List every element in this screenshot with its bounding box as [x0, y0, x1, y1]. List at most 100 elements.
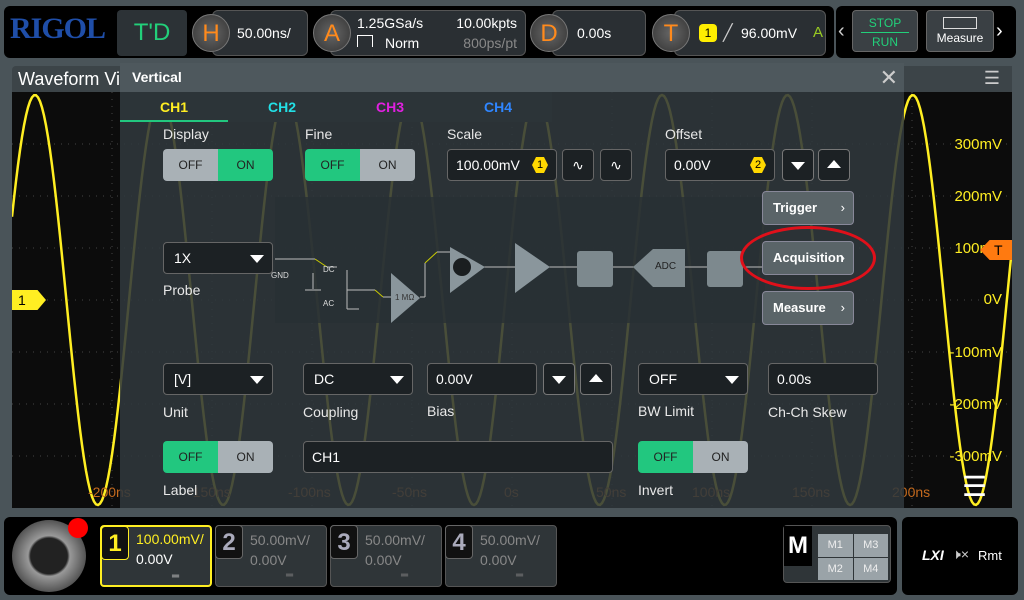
invert-toggle[interactable]: OFF ON [638, 441, 748, 473]
invert-label: Invert [638, 482, 674, 498]
measure-button[interactable]: Measure [926, 10, 994, 52]
offset-down-button[interactable] [782, 149, 814, 181]
display-toggle[interactable]: OFF ON [163, 149, 273, 181]
dropdown-arrow-icon [725, 376, 739, 384]
dropdown-arrow-icon [390, 376, 404, 384]
ac-label: AC [323, 299, 335, 308]
bw-limit-value: OFF [649, 371, 677, 387]
y-tick-label: 200mV [954, 188, 1002, 205]
fine-off[interactable]: OFF [305, 149, 360, 181]
dc-coupling-icon: ═ [172, 571, 180, 582]
delay-value: 0.00s [577, 25, 612, 41]
acquire-icon[interactable]: A [313, 14, 351, 52]
bw-limit-select[interactable]: OFF [638, 363, 748, 395]
display-on[interactable]: ON [218, 149, 273, 181]
label-on[interactable]: ON [218, 441, 273, 473]
unit-select[interactable]: [V] [163, 363, 273, 395]
bias-down-button[interactable] [543, 363, 575, 395]
scale-input[interactable]: 100.00mV 1 [447, 149, 557, 181]
highlight-circle [740, 226, 876, 290]
scale-value: 100.00mV [456, 157, 520, 173]
trigger-level: 96.00mV [741, 25, 798, 41]
scale-label: Scale [447, 126, 483, 142]
tab-ch4[interactable]: CH4 [444, 92, 552, 122]
y-tick-label: -200mV [949, 396, 1002, 413]
tab-ch2[interactable]: CH2 [228, 92, 336, 122]
chevron-right-icon[interactable]: › [996, 20, 1003, 43]
coarse-wave-button[interactable]: ∿ [562, 149, 594, 181]
resolution: 800ps/pt [463, 35, 517, 51]
probe-value: 1X [174, 250, 192, 266]
channel-3-box[interactable]: 3 50.00mV/0.00V ═ [330, 525, 442, 587]
bias-label: Bias [427, 403, 455, 419]
probe-select[interactable]: 1X [163, 242, 273, 274]
math-m3[interactable]: M3 [853, 534, 888, 557]
channel-1-box[interactable]: 1 100.00mV/0.00V ═ [100, 525, 212, 587]
sine-icon: ∿ [572, 157, 584, 173]
rising-edge-icon: ╱ [723, 25, 733, 42]
invert-on[interactable]: ON [693, 441, 748, 473]
offset-up-button[interactable] [818, 149, 850, 181]
offset-value: 0.00V [674, 157, 711, 173]
y-tick-label: 0V [983, 291, 1002, 308]
label-toggle[interactable]: OFF ON [163, 441, 273, 473]
chevron-left-icon[interactable]: ‹ [838, 20, 845, 43]
dialog-title: Vertical [132, 69, 182, 85]
fine-toggle[interactable]: OFF ON [305, 149, 415, 181]
channel-2-box[interactable]: 2 50.00mV/0.00V ═ [215, 525, 327, 587]
status-panel[interactable]: LXI 🕨× Rmt [902, 517, 1018, 595]
label-text-input[interactable]: CH1 [303, 441, 613, 473]
fine-wave-button[interactable]: ∿ [600, 149, 632, 181]
delay-icon[interactable]: D [530, 14, 568, 52]
acquire-panel[interactable]: 1.25GSa/s Norm 10.00kpts 800ps/pt [330, 10, 526, 56]
bias-up-button[interactable] [580, 363, 612, 395]
knob-2-badge: 2 [750, 157, 766, 173]
channel-4-box[interactable]: 4 50.00mV/0.00V ═ [445, 525, 557, 587]
collapse-menu-icon[interactable]: ☰ [962, 470, 987, 503]
math-m1[interactable]: M1 [818, 534, 853, 557]
measure-nav-button[interactable]: Measure › [762, 291, 854, 325]
y-tick-label: 300mV [954, 136, 1002, 153]
tab-ch1[interactable]: CH1 [120, 92, 228, 122]
divider [861, 32, 909, 33]
arrow-down-icon [552, 376, 566, 384]
signal-path-svg [275, 243, 775, 323]
trigger-panel[interactable]: 1 ╱ 96.00mV A [674, 10, 826, 56]
channel-offset: 0.00V [480, 552, 517, 568]
channel-scale: 50.00mV/ [365, 532, 425, 548]
fine-on[interactable]: ON [360, 149, 415, 181]
probe-label: Probe [163, 282, 201, 298]
coupling-value: DC [314, 371, 335, 387]
math-m2[interactable]: M2 [818, 557, 853, 580]
channel-number: 4 [445, 525, 473, 559]
rigol-logo: RIGOL [10, 12, 106, 45]
trigger-nav-button[interactable]: Trigger › [762, 191, 854, 225]
horizontal-icon[interactable]: H [192, 14, 230, 52]
notification-dot [68, 518, 88, 538]
math-panel[interactable]: M M1 M3 M2 M4 [783, 525, 891, 583]
channel-tabs: CH1 CH2 CH3 CH4 [120, 92, 552, 122]
display-off[interactable]: OFF [163, 149, 218, 181]
channel-scale: 50.00mV/ [250, 532, 310, 548]
coupling-select[interactable]: DC [303, 363, 413, 395]
stop-run-button[interactable]: STOP RUN [852, 10, 918, 52]
tab-ch3[interactable]: CH3 [336, 92, 444, 122]
menu-icon[interactable]: ☰ [984, 68, 1000, 89]
math-m4[interactable]: M4 [853, 557, 888, 580]
channel-number: 2 [215, 525, 243, 559]
channel-number: 3 [330, 525, 358, 559]
invert-off[interactable]: OFF [638, 441, 693, 473]
channel-scale: 100.00mV/ [136, 531, 204, 547]
label-label: Label [163, 482, 198, 498]
mute-icon: 🕨× [952, 546, 969, 562]
trigger-icon[interactable]: T [652, 14, 690, 52]
sine-icon: ∿ [610, 157, 622, 173]
offset-input[interactable]: 0.00V 2 [665, 149, 775, 181]
channel-offset: 0.00V [136, 551, 173, 567]
mode-button[interactable]: T'D [117, 10, 187, 56]
dc-coupling-icon: ═ [516, 570, 524, 581]
skew-input[interactable]: 0.00s [768, 363, 878, 395]
close-icon[interactable]: ✕ [880, 65, 898, 91]
bias-input[interactable]: 0.00V [427, 363, 537, 395]
label-off[interactable]: OFF [163, 441, 218, 473]
